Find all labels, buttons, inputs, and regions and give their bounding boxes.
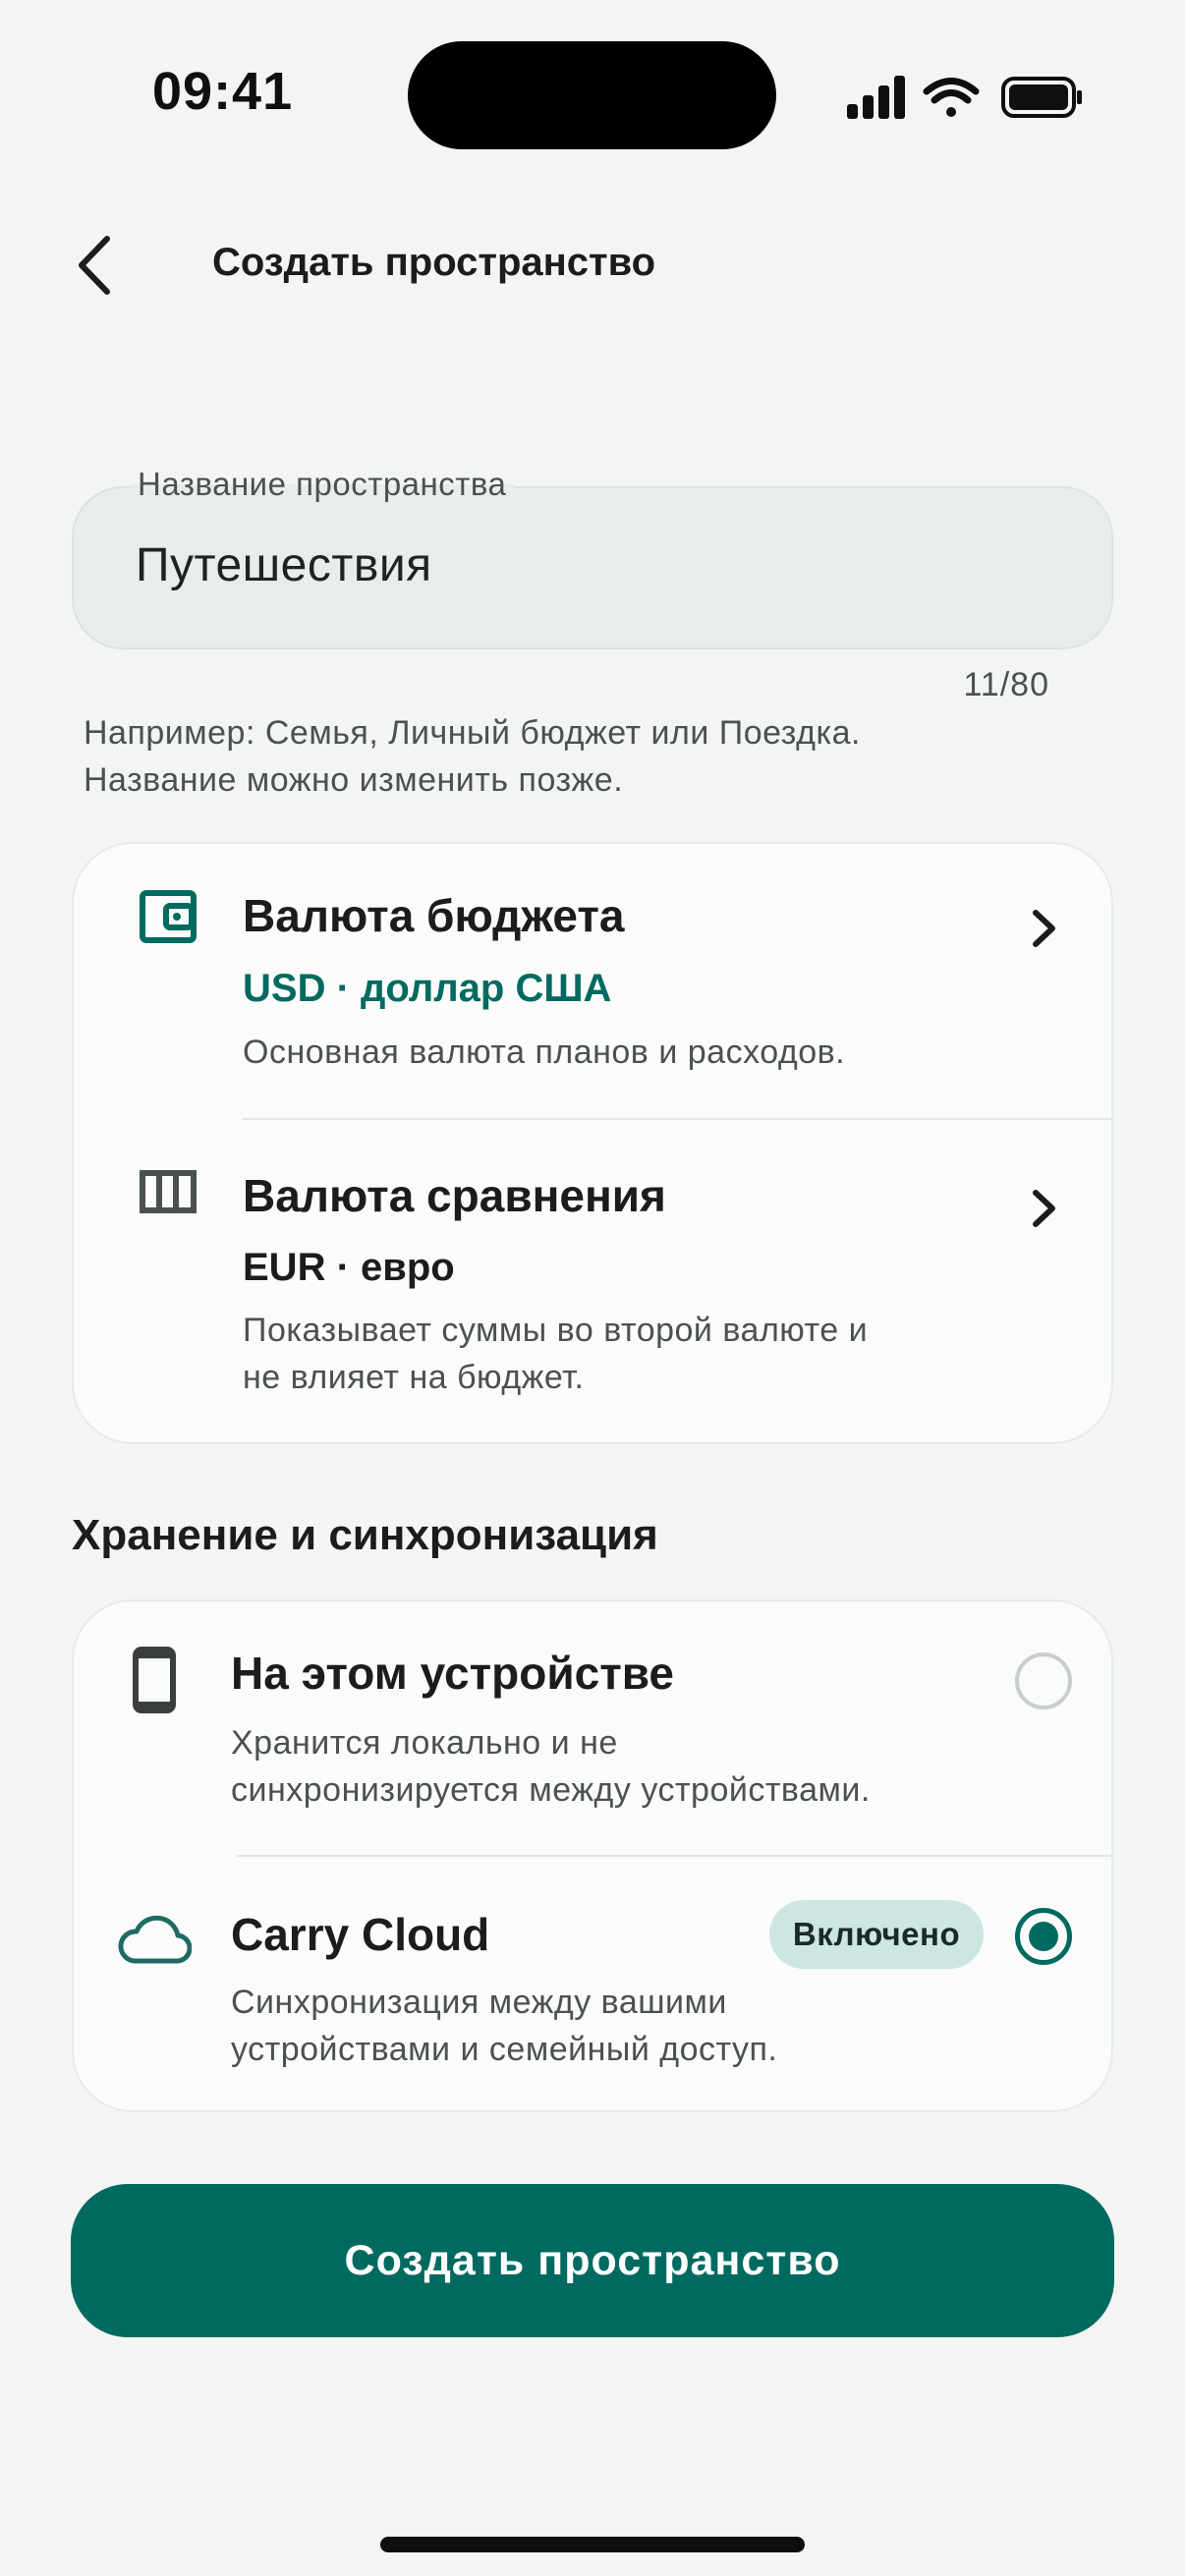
- cloud-description-line-2: устройствами и семейный доступ.: [231, 2031, 778, 2068]
- budget-currency-row[interactable]: Валюта бюджета USD · доллар США Основная…: [74, 844, 1111, 1119]
- storage-cloud-radio[interactable]: [1015, 1908, 1072, 1965]
- storage-option-local[interactable]: На этом устройстве Хранится локально и н…: [74, 1601, 1111, 1855]
- budget-currency-description: Основная валюта планов и расходов.: [243, 1034, 846, 1071]
- space-name-label: Название пространства: [130, 466, 515, 503]
- dynamic-island: [408, 41, 776, 149]
- comparison-currency-title: Валюта сравнения: [243, 1170, 666, 1221]
- comparison-currency-value: EUR · евро: [243, 1246, 455, 1289]
- wallet-icon: [140, 890, 197, 943]
- status-icons: [847, 76, 1082, 119]
- name-hint: Например: Семья, Личный бюджет или Поезд…: [84, 709, 1105, 804]
- storage-card: На этом устройстве Хранится локально и н…: [72, 1599, 1113, 2112]
- phone-icon: [133, 1647, 176, 1713]
- storage-local-title: На этом устройстве: [231, 1648, 674, 1699]
- columns-icon: [140, 1170, 197, 1213]
- storage-local-radio[interactable]: [1015, 1652, 1072, 1709]
- enabled-badge: Включено: [769, 1900, 984, 1969]
- storage-cloud-title: Carry Cloud: [231, 1909, 490, 1960]
- currency-card: Валюта бюджета USD · доллар США Основная…: [72, 842, 1113, 1444]
- status-time: 09:41: [152, 62, 294, 121]
- storage-option-cloud[interactable]: Carry Cloud Синхронизация между вашими у…: [74, 1857, 1111, 2112]
- create-space-button[interactable]: Создать пространство: [71, 2184, 1114, 2337]
- chevron-left-icon: [79, 236, 110, 295]
- page-title: Создать пространство: [212, 241, 656, 284]
- comparison-description-line-2: не влияет на бюджет.: [243, 1359, 585, 1396]
- cellular-signal-icon: [847, 76, 905, 119]
- local-description-line-1: Хранится локально и не: [231, 1724, 618, 1762]
- battery-icon: [1001, 77, 1082, 118]
- budget-currency-title: Валюта бюджета: [243, 890, 625, 941]
- hint-line-2: Название можно изменить позже.: [84, 761, 624, 799]
- character-counter: 11/80: [963, 666, 1049, 703]
- wifi-icon: [923, 78, 980, 117]
- comparison-currency-description: Показывает суммы во второй валюте и не в…: [243, 1307, 868, 1401]
- budget-currency-value: USD · доллар США: [243, 967, 612, 1010]
- comparison-currency-row[interactable]: Валюта сравнения EUR · евро Показывает с…: [74, 1120, 1111, 1444]
- local-description-line-2: синхронизируется между устройствами.: [231, 1771, 871, 1809]
- comparison-description-line-1: Показывает суммы во второй валюте и: [243, 1312, 869, 1349]
- back-button[interactable]: [49, 221, 138, 309]
- chevron-right-icon: [1019, 899, 1068, 958]
- storage-local-description: Хранится локально и не синхронизируется …: [231, 1719, 871, 1814]
- cloud-description-line-1: Синхронизация между вашими: [231, 1984, 727, 2021]
- storage-section-title: Хранение и синхронизация: [72, 1511, 658, 1559]
- cloud-icon: [118, 1915, 192, 1964]
- home-indicator: [380, 2537, 805, 2552]
- space-name-input[interactable]: [136, 538, 1020, 592]
- chevron-right-icon: [1019, 1179, 1068, 1238]
- storage-cloud-description: Синхронизация между вашими устройствами …: [231, 1979, 777, 2073]
- hint-line-1: Например: Семья, Личный бюджет или Поезд…: [84, 714, 861, 752]
